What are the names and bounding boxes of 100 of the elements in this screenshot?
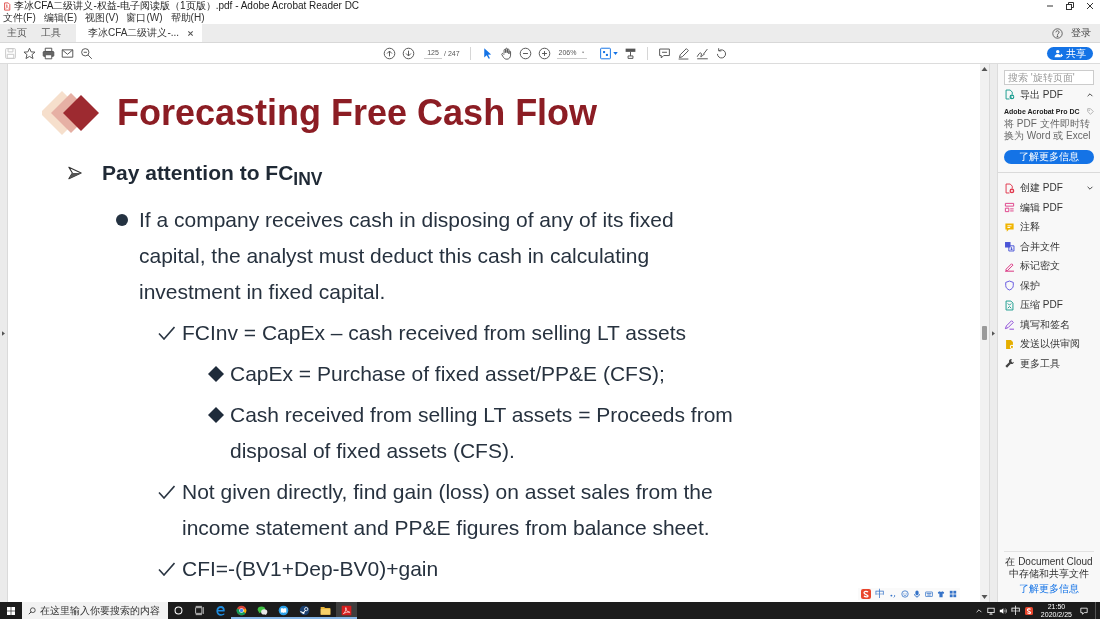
tool-item[interactable]: 导出 PDF — [1004, 85, 1094, 105]
rotate-arrow-icon[interactable] — [714, 46, 728, 60]
page-view-icon[interactable] — [598, 46, 612, 60]
folder-icon — [320, 605, 331, 616]
taskbar-search-field[interactable]: 在这里输入你要搜索的内容 — [22, 602, 168, 619]
wrench-icon — [1004, 358, 1015, 370]
restore-icon[interactable] — [1065, 1, 1075, 11]
monitor-icon[interactable] — [986, 606, 995, 615]
speaker-icon[interactable] — [998, 606, 1007, 615]
s-logo-icon[interactable] — [1024, 606, 1033, 615]
ime-mode[interactable]: 中 — [875, 588, 885, 600]
tool-item[interactable]: 注释 — [1004, 217, 1094, 237]
tab[interactable]: 主页 — [0, 24, 34, 42]
chevron-up-icon[interactable] — [1086, 90, 1094, 99]
close-icon[interactable] — [1085, 1, 1095, 11]
arrowhead-icon — [68, 166, 82, 180]
tool-item[interactable]: 压缩 PDF — [1004, 295, 1094, 315]
chat-bubbles-icon — [257, 605, 268, 616]
tool-item[interactable]: 合并文件 — [1004, 237, 1094, 257]
down-arrow-circle-icon[interactable] — [402, 46, 415, 60]
scrollbar[interactable] — [980, 64, 989, 602]
caret-right-icon[interactable] — [2, 330, 5, 336]
sub-bullet-text: CapEx = Purchase of fixed asset/PP&E (CFS); — [230, 361, 665, 388]
minus-circle-icon[interactable] — [518, 46, 532, 60]
check-icon — [158, 326, 175, 341]
menu-item[interactable]: 帮助(H) — [170, 12, 205, 24]
share-button[interactable]: 共享 — [1047, 46, 1093, 60]
learn-more-link[interactable]: 了解更多信息 — [1019, 582, 1079, 596]
check-icon — [158, 562, 175, 577]
signature-icon[interactable] — [695, 46, 709, 60]
pdf-file-icon — [3, 1, 11, 11]
search-icon — [28, 606, 36, 615]
tool-item[interactable]: 填写和签名 — [1004, 315, 1094, 335]
piston-logo-icon — [299, 605, 310, 616]
shield-icon — [1004, 280, 1015, 292]
tab[interactable]: 李冰CFA二级讲义-... — [76, 24, 203, 42]
add-person-icon — [1054, 48, 1063, 58]
ring-icon[interactable] — [173, 605, 184, 616]
notification-icon[interactable] — [1080, 606, 1088, 615]
marker-pen-icon — [1004, 260, 1015, 272]
document-badge-icon — [1004, 338, 1015, 350]
help-icon[interactable] — [1052, 27, 1063, 39]
plus-circle-icon[interactable] — [537, 46, 551, 60]
search-field[interactable]: 搜索 '旋转页面' — [1004, 70, 1094, 85]
diamond-icon — [208, 366, 224, 383]
menu-item[interactable]: 编辑(E) — [43, 12, 78, 24]
stamp-icon[interactable] — [623, 46, 637, 60]
menu-item[interactable]: 文件(F) — [3, 12, 36, 24]
tool-item[interactable]: 标记密文 — [1004, 256, 1094, 276]
hand-icon[interactable] — [499, 46, 513, 60]
e-logo-icon — [215, 605, 226, 616]
smiley-icon[interactable] — [901, 590, 909, 598]
menu-item[interactable]: 窗口(W) — [126, 12, 163, 24]
outline-heading: Pay attention to FC$_{INV}$ — [102, 160, 323, 192]
cloud-message: 在 Document Cloud 中存储和共享文件 — [1004, 556, 1094, 580]
caret-right-icon[interactable] — [992, 330, 995, 336]
check-item-text: FCInv = CapEx – cash received from selling LT assets — [182, 320, 687, 347]
keyboard-icon[interactable] — [925, 590, 933, 598]
book-icon — [278, 605, 289, 616]
tool-item[interactable]: 编辑 PDF — [1004, 198, 1094, 218]
learn-more-button[interactable]: 了解更多信息 — [1004, 149, 1094, 164]
diamond-icon — [208, 407, 224, 424]
document-arrow-icon — [1004, 89, 1015, 101]
windows-logo-icon — [7, 606, 15, 615]
shirt-icon[interactable] — [937, 590, 945, 598]
grid-icon[interactable] — [949, 590, 957, 598]
window-title: 李冰CFA二级讲义-权益-电子阅读版（1页版）.pdf - Adobe Acrobat Reader DC — [14, 0, 360, 12]
compress-document-icon — [1004, 299, 1015, 311]
caret-icon[interactable] — [612, 51, 618, 55]
bullet-dot-icon — [116, 214, 128, 227]
chevron-up-icon[interactable] — [974, 606, 983, 615]
tool-item[interactable]: 创建 PDF — [1004, 178, 1094, 198]
menu-item[interactable]: 视图(V) — [85, 12, 119, 24]
comment-icon[interactable] — [657, 46, 671, 60]
segmented-circle-logo-icon — [236, 605, 247, 616]
up-arrow-circle-icon[interactable] — [383, 46, 396, 60]
chevron-down-icon[interactable] — [1086, 184, 1094, 193]
bullet-text: If a company receives cash in disposing of any of its fixed capital, the analyst must deduct this cash in calculating investment in fixed capital. — [139, 207, 675, 306]
promo-text: 将 PDF 文件即时转换为 Word 或 Excel — [1004, 117, 1092, 142]
sub-bullet-text: Cash received from selling LT assets = Proceeds from disposal of fixed assets (CFS). — [230, 402, 734, 465]
microphone-icon[interactable] — [913, 590, 921, 598]
tool-item[interactable]: 更多工具 — [1004, 354, 1094, 374]
star-icon[interactable] — [23, 46, 36, 60]
document-plus-icon — [1004, 182, 1015, 194]
mail-icon[interactable] — [61, 46, 74, 60]
stacked-documents-icon — [1004, 241, 1015, 253]
layout-icon — [1004, 202, 1015, 214]
check-item-text: Not given directly, find gain (loss) on asset sales from the income statement and PP&E figures from balance sheet. — [182, 479, 714, 542]
print-icon[interactable] — [42, 46, 55, 60]
close-icon[interactable] — [187, 29, 195, 37]
magnifier-icon[interactable] — [80, 46, 93, 60]
diamonds-logo — [42, 89, 100, 137]
ime-mode[interactable]: 中 — [1010, 604, 1021, 617]
pen-icon[interactable] — [676, 46, 690, 60]
login-link[interactable]: 登录 — [1071, 26, 1091, 40]
task-view-icon[interactable] — [194, 605, 205, 616]
tab[interactable]: 工具 — [34, 24, 68, 42]
tool-item[interactable]: 发送以供审阅 — [1004, 334, 1094, 354]
check-icon — [158, 485, 175, 500]
tool-item[interactable]: 保护 — [1004, 276, 1094, 296]
